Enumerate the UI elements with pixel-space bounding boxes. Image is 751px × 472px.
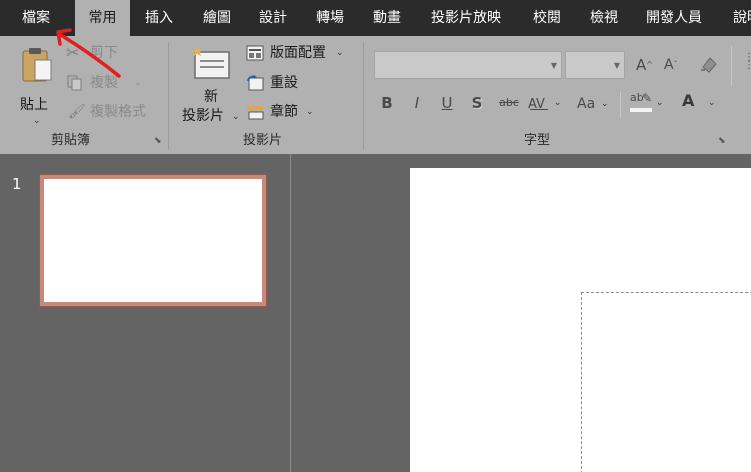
change-case-button[interactable]: Aa ⌄ (577, 93, 613, 115)
cut-label: 剪下 (90, 45, 118, 61)
more-controls-icon[interactable]: ⋮ ⋮ (744, 53, 751, 94)
highlighter-pen-icon: ✎ (642, 91, 653, 105)
grow-font-button[interactable]: A^ (636, 54, 656, 76)
tab-design[interactable]: 設計 (259, 0, 287, 36)
paste-button[interactable]: 貼上 ⌄ (14, 44, 56, 126)
layout-dropdown-icon[interactable]: ⌄ (336, 48, 344, 58)
copy-label: 複製 (90, 75, 118, 91)
cut-button[interactable]: ✂ 剪下 (66, 44, 126, 64)
font-name-select[interactable]: ▼ (374, 51, 562, 79)
shrink-font-icon: A (664, 57, 674, 73)
shrink-font-button[interactable]: Aˇ (664, 54, 684, 76)
font-dialog-launcher-icon[interactable]: ⬊ (718, 137, 728, 147)
paste-icon (22, 48, 52, 82)
slides-group-label: 投影片 (243, 133, 283, 148)
new-slide-button[interactable]: 新 投影片 ⌄ (180, 44, 244, 128)
tab-home[interactable]: 常用 (75, 0, 130, 36)
clipboard-dialog-launcher-icon[interactable]: ⬊ (154, 137, 164, 147)
highlight-swatch (630, 108, 652, 112)
new-slide-icon (192, 46, 230, 79)
copy-button[interactable]: 複製 ⌄ (66, 74, 146, 94)
section-label: 章節 (270, 104, 298, 120)
highlight-dropdown-icon: ⌄ (656, 98, 664, 108)
text-shadow-button[interactable]: S (469, 93, 485, 113)
reset-button[interactable]: 重設 (246, 74, 316, 94)
tab-review[interactable]: 校閱 (533, 0, 561, 36)
copy-icon (67, 75, 82, 91)
section-button[interactable]: 章節 ⌄ (246, 103, 326, 123)
highlight-color-button[interactable]: ab ✎ ⌄ (630, 91, 664, 115)
font-color-button[interactable]: A ⌄ (682, 91, 720, 115)
tab-file[interactable]: 檔案 (22, 0, 50, 36)
change-case-icon: Aa (577, 96, 596, 112)
layout-label: 版面配置 (270, 45, 326, 61)
group-divider (620, 92, 621, 118)
ribbon-tab-bar: 檔案 常用 插入 繪圖 設計 轉場 動畫 投影片放映 校閱 檢視 開發人員 說明 (0, 0, 751, 36)
tab-slideshow[interactable]: 投影片放映 (431, 0, 501, 36)
layout-button[interactable]: 版面配置 ⌄ (246, 44, 350, 64)
font-color-icon: A (682, 91, 695, 110)
spacing-arrow-line (530, 109, 548, 110)
slide-thumbnail[interactable] (40, 175, 266, 306)
paste-label: 貼上 (20, 97, 48, 113)
format-painter-button[interactable]: 🖌 複製格式 (66, 103, 156, 123)
group-divider (363, 42, 364, 150)
slide-number: 1 (12, 175, 22, 193)
character-spacing-button[interactable]: AV ⌄ (528, 93, 564, 115)
character-spacing-dropdown-icon: ⌄ (554, 98, 562, 108)
ribbon-home: 貼上 ⌄ ✂ 剪下 複製 ⌄ 🖌 複製格式 剪貼簿 ⬊ 新 投影片 ⌄ 版面配置… (0, 36, 751, 154)
reset-label: 重設 (270, 75, 298, 91)
copy-dropdown-icon[interactable]: ⌄ (134, 78, 142, 88)
clipboard-group-label: 剪貼簿 (51, 133, 91, 148)
tab-developer[interactable]: 開發人員 (646, 0, 702, 36)
change-case-dropdown-icon: ⌄ (601, 99, 609, 109)
group-divider (168, 42, 169, 150)
italic-button[interactable]: I (410, 93, 424, 113)
clear-formatting-button[interactable] (697, 53, 719, 75)
section-dropdown-icon[interactable]: ⌄ (306, 107, 314, 117)
reset-icon (247, 75, 264, 91)
tab-transitions[interactable]: 轉場 (316, 0, 344, 36)
content-placeholder[interactable] (581, 292, 751, 472)
paste-dropdown-icon[interactable]: ⌄ (33, 116, 41, 126)
font-name-dropdown-icon: ▼ (550, 61, 557, 70)
grow-caret-icon: ^ (646, 60, 653, 69)
new-slide-label-1: 新 (204, 89, 218, 105)
font-size-dropdown-icon: ▼ (613, 61, 620, 70)
tab-help[interactable]: 說明 (733, 0, 751, 36)
tab-view[interactable]: 檢視 (590, 0, 618, 36)
underline-button[interactable]: U (440, 93, 454, 113)
format-painter-icon: 🖌 (68, 104, 86, 120)
font-color-dropdown-icon: ⌄ (708, 98, 716, 108)
grow-font-icon: A (636, 56, 647, 74)
strikethrough-button[interactable]: abc (497, 93, 521, 113)
tab-insert[interactable]: 插入 (145, 0, 173, 36)
group-divider (731, 46, 732, 86)
clear-formatting-icon (701, 57, 717, 73)
layout-icon (246, 45, 264, 61)
font-group-label: 字型 (524, 133, 551, 148)
scissors-icon: ✂ (66, 43, 80, 62)
format-painter-label: 複製格式 (90, 104, 146, 120)
font-size-select[interactable]: ▼ (565, 51, 625, 79)
new-slide-dropdown-icon[interactable]: ⌄ (232, 112, 240, 122)
new-slide-label-2: 投影片 (182, 108, 224, 124)
bold-button[interactable]: B (380, 93, 394, 113)
shrink-caret-icon: ˇ (673, 60, 678, 69)
tab-animations[interactable]: 動畫 (373, 0, 401, 36)
section-icon (247, 106, 264, 120)
tab-draw[interactable]: 繪圖 (203, 0, 231, 36)
